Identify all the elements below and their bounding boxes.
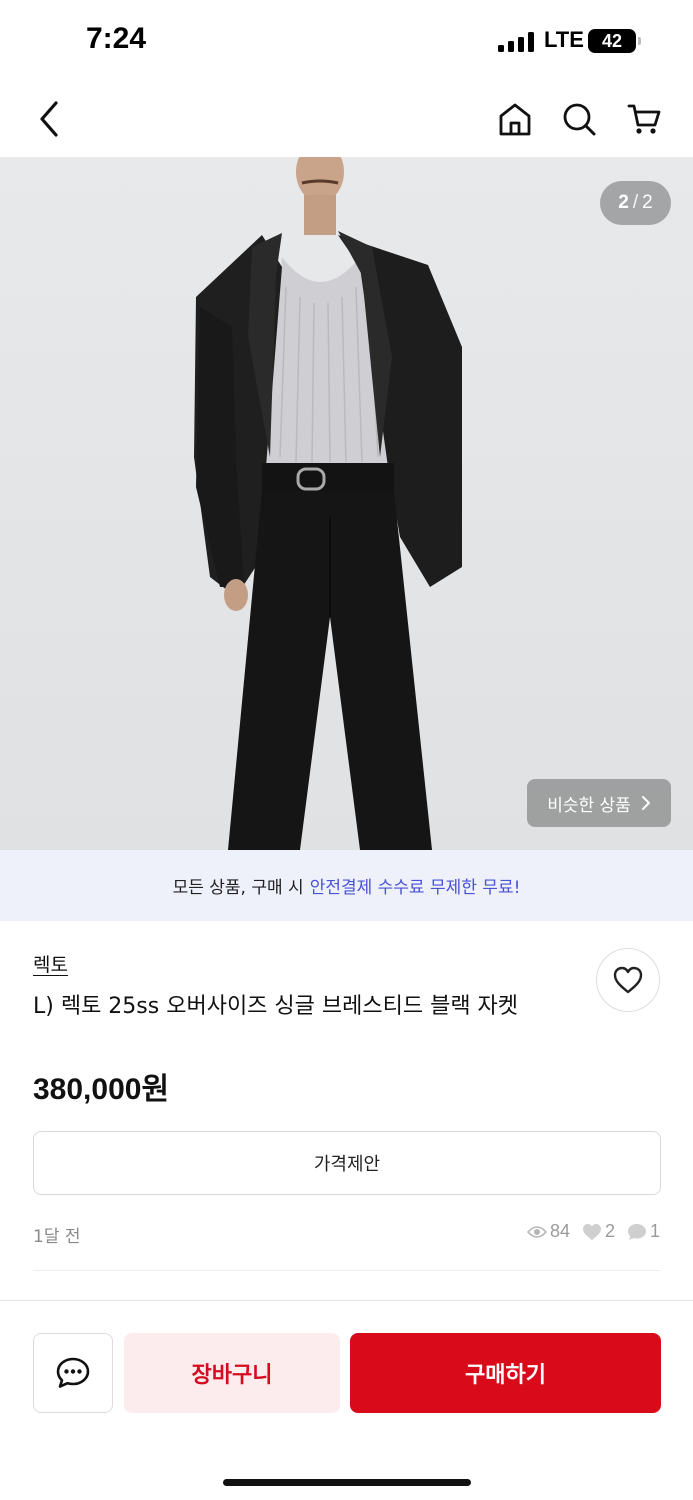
chats-count: 1: [649, 1221, 660, 1241]
home-indicator: [223, 1479, 471, 1486]
heart-icon: [613, 966, 643, 994]
promo-text: 모든 상품, 구매 시: [172, 878, 304, 898]
promo-highlight: 안전결제 수수료 무제한 무료!: [309, 878, 521, 898]
chat-icon: [56, 1357, 90, 1388]
chats-stat: 1: [627, 1221, 660, 1242]
chevron-right-icon: [641, 796, 650, 810]
home-icon: [499, 103, 531, 136]
views-count: 84: [549, 1221, 570, 1241]
search-icon: [563, 103, 596, 136]
back-button[interactable]: [25, 95, 73, 143]
likes-stat: 2: [582, 1221, 615, 1242]
bottom-bar-divider: [0, 1300, 693, 1301]
cart-icon: [627, 104, 661, 134]
price-value: 380,000: [33, 1073, 142, 1106]
eye-icon: [526, 1225, 547, 1238]
posted-time: 1달 전: [33, 1227, 81, 1247]
status-bar: 7:24 LTE 42: [0, 0, 693, 80]
buy-button[interactable]: 구매하기: [350, 1333, 661, 1413]
chat-bubble-icon: [627, 1223, 646, 1240]
counter-separator: /: [632, 192, 639, 213]
views-stat: 84: [526, 1221, 570, 1242]
counter-total: 2: [642, 192, 653, 213]
battery-tip: [638, 37, 641, 45]
network-label: LTE: [544, 27, 584, 52]
search-button[interactable]: [555, 95, 603, 143]
back-icon: [40, 101, 58, 137]
price-offer-button[interactable]: 가격제안: [33, 1131, 661, 1195]
image-counter: 2 / 2: [600, 181, 671, 225]
home-button[interactable]: [491, 95, 539, 143]
add-to-cart-button[interactable]: 장바구니: [124, 1333, 340, 1413]
product-image-carousel[interactable]: 2 / 2 비슷한 상품: [0, 157, 693, 850]
price-currency: 원: [141, 1072, 170, 1107]
brand-link[interactable]: 렉토: [33, 950, 68, 977]
product-title: L) 렉토 25ss 오버사이즈 싱글 브레스티드 블랙 자켓: [33, 994, 519, 1019]
divider: [33, 1270, 661, 1271]
likes-count: 2: [604, 1221, 615, 1241]
like-button[interactable]: [596, 948, 660, 1012]
product-photo: [194, 157, 462, 850]
product-price: 380,000원: [33, 1064, 169, 1108]
safe-payment-banner[interactable]: 모든 상품, 구매 시 안전결제 수수료 무제한 무료!: [0, 850, 693, 921]
signal-icon: [498, 32, 536, 52]
top-nav: [0, 80, 693, 157]
status-time: 7:24: [86, 22, 147, 55]
heart-filled-icon: [582, 1223, 601, 1240]
cart-button[interactable]: [620, 95, 668, 143]
similar-products-label: 비슷한 상품: [547, 795, 631, 816]
battery-icon: 42: [588, 29, 636, 53]
product-stats: 84 2 1: [526, 1221, 660, 1242]
chat-button[interactable]: [33, 1333, 113, 1413]
similar-products-button[interactable]: 비슷한 상품: [527, 779, 671, 827]
counter-current: 2: [618, 192, 629, 213]
